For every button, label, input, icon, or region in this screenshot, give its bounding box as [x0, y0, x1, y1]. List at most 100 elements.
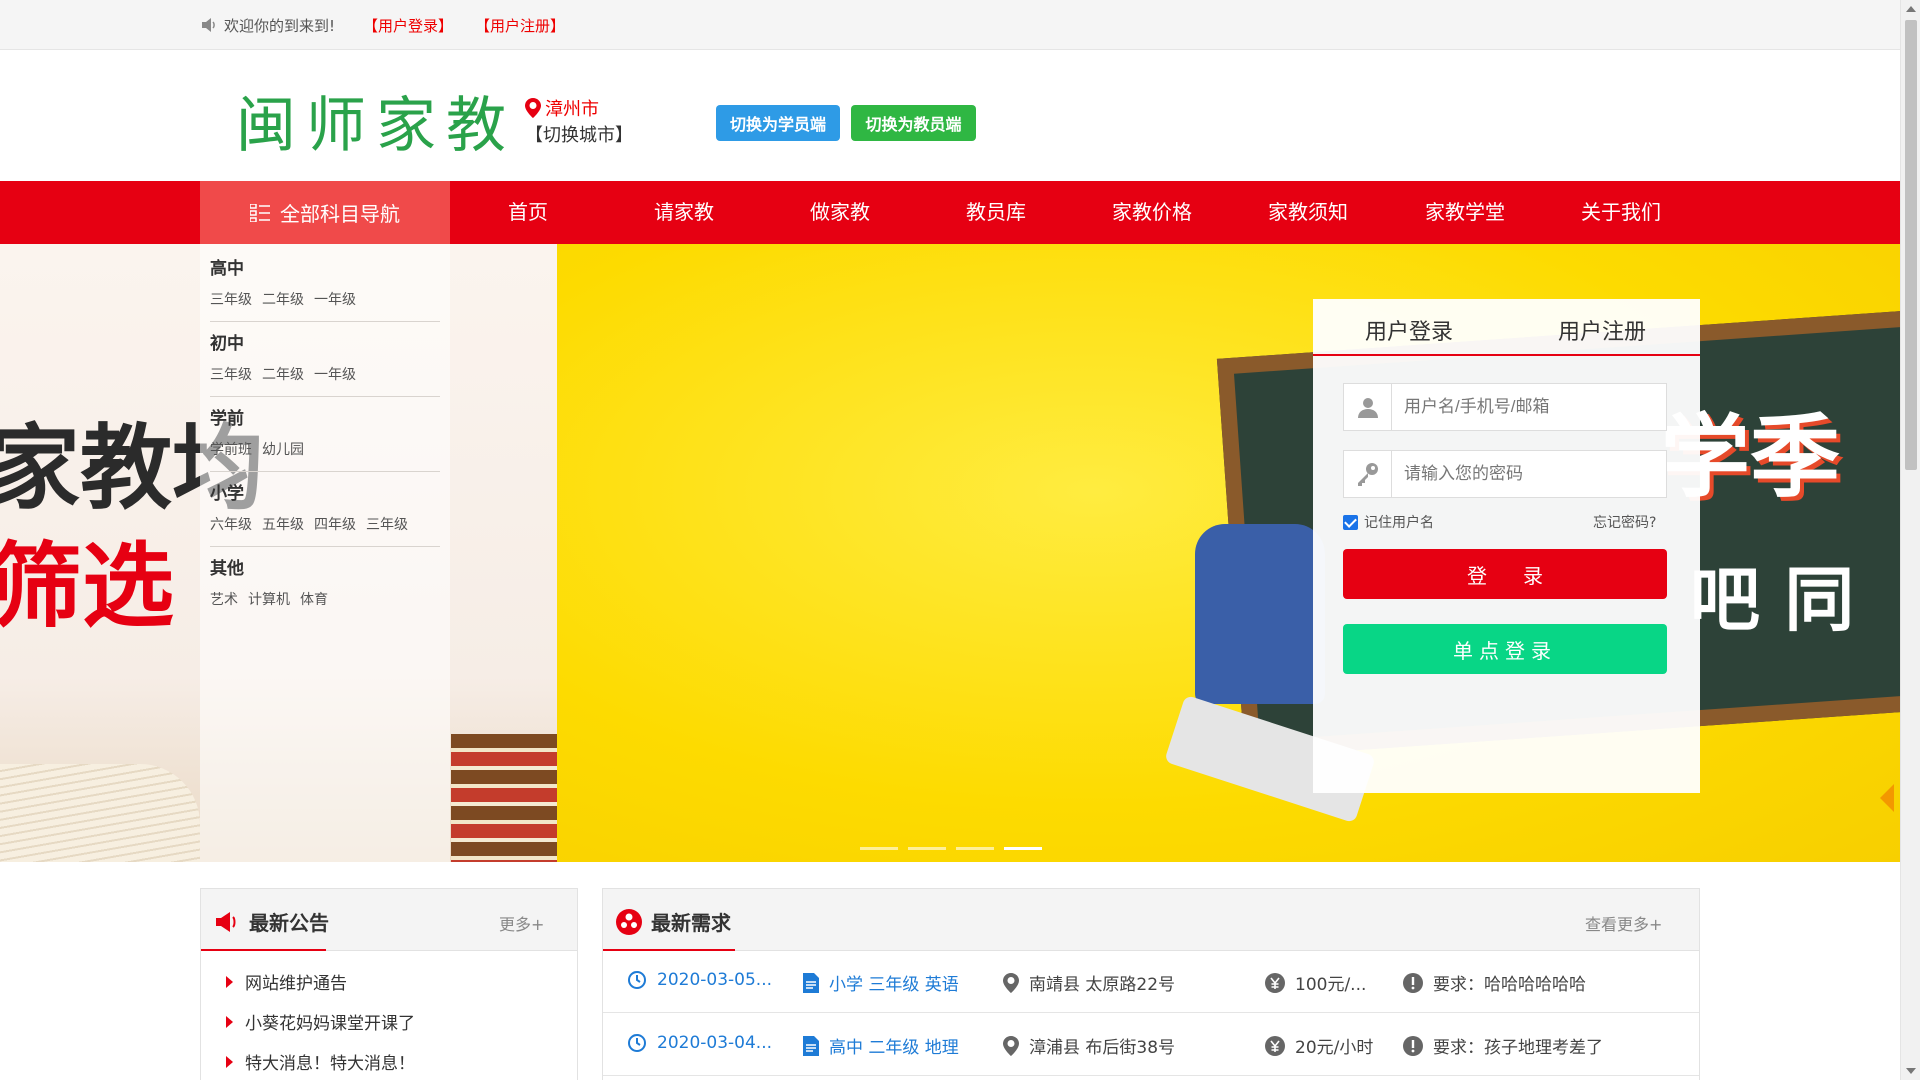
demand-requirement: 要求：孩子地理考差了 — [1433, 1038, 1603, 1058]
scroll-down-icon[interactable] — [1906, 1068, 1916, 1074]
notice-item[interactable]: 网站维护通告 — [226, 969, 347, 994]
demand-address: 南靖县 太原路22号 — [1029, 975, 1176, 995]
tab-user-login[interactable]: 用户登录 — [1365, 314, 1453, 346]
nav-tutor-school[interactable]: 家教学堂 — [1400, 181, 1530, 244]
banner-bookstack-image — [451, 734, 557, 862]
notice-more-link[interactable]: 更多+ — [499, 911, 544, 935]
grade-link[interactable]: 五年级 — [262, 514, 304, 534]
grade-link[interactable]: 四年级 — [314, 514, 356, 534]
login-tabs: 用户登录 用户注册 — [1313, 299, 1700, 356]
subject-menu: 高中 三年级 二年级 一年级 初中 三年级 二年级 一年级 学前 学前班 幼儿园… — [200, 244, 450, 862]
demand-panel: 最新需求 查看更多+ 2020-03-05... 小学 三年级 英语 南靖县 太… — [602, 888, 1700, 1080]
exclamation-icon — [1403, 972, 1423, 993]
scrollbar-thumb[interactable] — [1905, 20, 1917, 470]
register-link[interactable]: 【用户注册】 — [475, 15, 565, 36]
nav-tutor-price[interactable]: 家教价格 — [1087, 181, 1217, 244]
demand-icon — [616, 908, 642, 935]
yuan-icon — [1265, 972, 1285, 993]
grid-menu-icon — [250, 203, 270, 222]
tab-user-register[interactable]: 用户注册 — [1558, 314, 1646, 346]
page-scrollbar[interactable] — [1900, 0, 1920, 1080]
city-selector[interactable]: 漳州市 【切换城市】 — [525, 95, 633, 147]
switch-student-button[interactable]: 切换为学员端 — [716, 105, 840, 141]
demand-requirement: 要求：哈哈哈哈哈哈 — [1433, 975, 1586, 995]
remember-checkbox[interactable] — [1343, 514, 1358, 530]
grade-link[interactable]: 六年级 — [210, 514, 252, 534]
remember-label: 记住用户名 — [1364, 515, 1434, 531]
clock-icon — [628, 1034, 646, 1052]
carousel-indicators — [860, 847, 1042, 850]
demand-date: 2020-03-05... — [657, 970, 773, 990]
nav-hire-tutor[interactable]: 请家教 — [619, 181, 749, 244]
nav-about-us[interactable]: 关于我们 — [1556, 181, 1686, 244]
banner-chalk-text2: 吧 同 — [1690, 558, 1855, 641]
grade-link[interactable]: 二年级 — [262, 364, 304, 384]
subject-title[interactable]: 其他 — [210, 554, 440, 579]
carousel-dot[interactable] — [860, 847, 898, 850]
grade-link[interactable]: 计算机 — [248, 589, 290, 609]
demand-price: 20元/小时 — [1295, 1038, 1374, 1058]
password-input[interactable] — [1392, 464, 1662, 484]
banner-backpack-image — [1195, 524, 1325, 704]
document-icon — [803, 1035, 819, 1056]
top-bar: 欢迎你的到来到! 【用户登录】 【用户注册】 — [0, 0, 1900, 50]
grade-link[interactable]: 三年级 — [366, 514, 408, 534]
username-field[interactable] — [1343, 383, 1667, 431]
login-link[interactable]: 【用户登录】 — [363, 15, 453, 36]
site-logo[interactable]: 闽师家教 — [236, 77, 516, 164]
scroll-up-icon[interactable] — [1906, 6, 1916, 12]
demand-more-link[interactable]: 查看更多+ — [1585, 911, 1662, 935]
login-button[interactable]: 登录 — [1343, 549, 1667, 599]
subject-group-preschool: 学前 学前班 幼儿园 — [210, 404, 440, 472]
nav-teacher-library[interactable]: 教员库 — [931, 181, 1061, 244]
login-panel: 用户登录 用户注册 记住用户名 忘记密码? 登录 单点登录 — [1313, 299, 1700, 793]
carousel-next-icon[interactable] — [1880, 784, 1894, 812]
grade-link[interactable]: 艺术 — [210, 589, 238, 609]
demand-subject: 高中 二年级 地理 — [829, 1038, 959, 1058]
subject-title[interactable]: 小学 — [210, 479, 440, 504]
remember-username[interactable]: 记住用户名 — [1343, 512, 1434, 532]
all-subjects-nav[interactable]: 全部科目导航 — [200, 181, 450, 244]
grade-link[interactable]: 一年级 — [314, 364, 356, 384]
sso-login-button[interactable]: 单点登录 — [1343, 624, 1667, 674]
location-icon — [1003, 1035, 1019, 1056]
notice-panel: 最新公告 更多+ 网站维护通告 小葵花妈妈课堂开课了 特大消息！特大消息！ — [200, 888, 578, 1080]
carousel-dot[interactable] — [908, 847, 946, 850]
password-field[interactable] — [1343, 450, 1667, 498]
notice-item[interactable]: 小葵花妈妈课堂开课了 — [226, 1009, 415, 1034]
city-name: 漳州市 — [545, 99, 599, 120]
subject-title[interactable]: 高中 — [210, 254, 440, 279]
triangle-bullet-icon — [226, 1015, 233, 1028]
nav-home[interactable]: 首页 — [463, 181, 593, 244]
grade-link[interactable]: 三年级 — [210, 289, 252, 309]
carousel-dot-active[interactable] — [1004, 847, 1042, 850]
username-input[interactable] — [1392, 397, 1662, 417]
key-icon — [1357, 463, 1378, 486]
forgot-password-link[interactable]: 忘记密码? — [1593, 512, 1656, 532]
grade-link[interactable]: 幼儿园 — [262, 439, 304, 459]
location-pin-icon — [525, 98, 541, 118]
location-icon — [1003, 972, 1019, 993]
demand-row[interactable]: 2020-03-04... 高中 二年级 地理 漳浦县 布后街38号 20元/小… — [603, 1014, 1699, 1076]
banner-text-line2: 筛选 — [0, 532, 175, 640]
document-icon — [803, 972, 819, 993]
switch-teacher-button[interactable]: 切换为教员端 — [851, 105, 976, 141]
nav-be-tutor[interactable]: 做家教 — [775, 181, 905, 244]
subject-title[interactable]: 初中 — [210, 329, 440, 354]
carousel-dot[interactable] — [956, 847, 994, 850]
grade-link[interactable]: 体育 — [300, 589, 328, 609]
demand-row[interactable]: 2020-03-05... 小学 三年级 英语 南靖县 太原路22号 100元/… — [603, 951, 1699, 1013]
grade-link[interactable]: 三年级 — [210, 364, 252, 384]
grade-link[interactable]: 一年级 — [314, 289, 356, 309]
subject-title[interactable]: 学前 — [210, 404, 440, 429]
exclamation-icon — [1403, 1035, 1423, 1056]
subject-group-primary: 小学 六年级 五年级 四年级 三年级 — [210, 479, 440, 547]
notice-item[interactable]: 特大消息！特大消息！ — [226, 1049, 415, 1074]
nav-tutor-notice[interactable]: 家教须知 — [1243, 181, 1373, 244]
switch-city-link[interactable]: 【切换城市】 — [525, 121, 633, 147]
demand-title: 最新需求 — [651, 911, 731, 935]
grade-link[interactable]: 学前班 — [210, 439, 252, 459]
grade-link[interactable]: 二年级 — [262, 289, 304, 309]
clock-icon — [628, 971, 646, 989]
triangle-bullet-icon — [226, 1055, 233, 1068]
